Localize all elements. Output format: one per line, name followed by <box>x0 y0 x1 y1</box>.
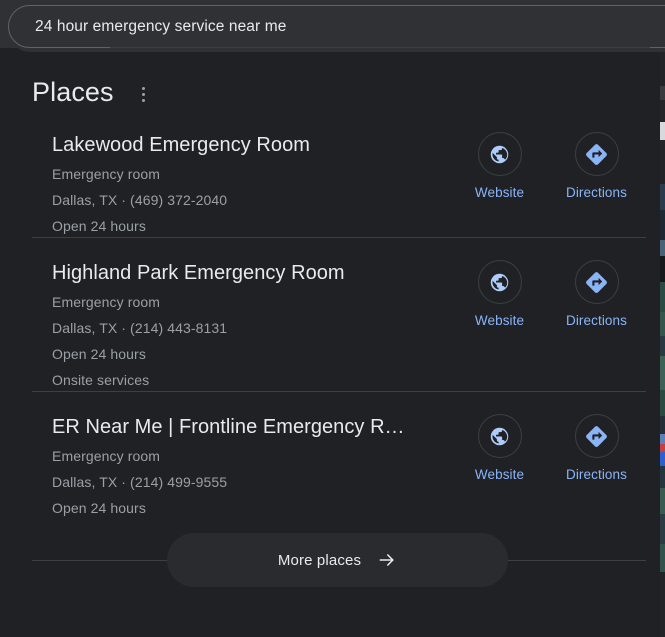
place-name[interactable]: Highland Park Emergency Room <box>52 260 452 286</box>
place-info: ER Near Me | Frontline Emergency R… Emer… <box>52 392 452 520</box>
directions-button[interactable]: Directions <box>563 132 630 200</box>
place-category: Emergency room <box>52 448 160 464</box>
website-button-circle <box>477 414 522 458</box>
place-location-phone: Dallas, TX · (214) 499-9555 <box>52 474 228 490</box>
directions-arrow-icon <box>586 425 607 447</box>
places-footer: More places <box>0 526 660 596</box>
place-hours: Open 24 hours <box>52 346 146 362</box>
place-location-phone: Dallas, TX · (214) 443-8131 <box>52 320 228 336</box>
place-category: Emergency room <box>52 166 160 182</box>
website-button-circle <box>477 132 522 176</box>
more-places-label: More places <box>277 551 362 569</box>
page-title: Places <box>32 77 114 107</box>
directions-button[interactable]: Directions <box>563 414 630 482</box>
place-actions: Website Directions <box>466 238 630 328</box>
directions-arrow-icon <box>586 271 607 293</box>
directions-button[interactable]: Directions <box>563 260 630 328</box>
globe-icon <box>490 273 509 291</box>
places-header: Places <box>0 48 660 110</box>
directions-button-circle <box>574 132 619 176</box>
arrow-right-icon <box>379 554 394 566</box>
directions-label: Directions <box>565 313 628 328</box>
search-bar-strip: 24 hour emergency service near me <box>0 0 665 48</box>
place-hours: Open 24 hours <box>52 218 146 234</box>
directions-button-circle <box>574 260 619 304</box>
place-hours: Open 24 hours <box>52 500 146 516</box>
globe-icon <box>490 427 509 445</box>
search-suggestions-edge <box>110 47 650 48</box>
more-places-button[interactable]: More places <box>167 533 508 587</box>
directions-label: Directions <box>565 185 628 200</box>
place-info: Highland Park Emergency Room Emergency r… <box>52 238 452 392</box>
places-list: Lakewood Emergency Room Emergency room D… <box>0 110 660 520</box>
table-row[interactable]: Highland Park Emergency Room Emergency r… <box>0 238 660 392</box>
website-label: Website <box>474 313 525 328</box>
directions-arrow-icon <box>586 143 607 165</box>
place-info: Lakewood Emergency Room Emergency room D… <box>52 110 452 238</box>
table-row[interactable]: ER Near Me | Frontline Emergency R… Emer… <box>0 392 660 520</box>
table-row[interactable]: Lakewood Emergency Room Emergency room D… <box>0 110 660 238</box>
place-name[interactable]: ER Near Me | Frontline Emergency R… <box>52 414 452 440</box>
place-category: Emergency room <box>52 294 160 310</box>
globe-icon <box>490 145 509 163</box>
website-label: Website <box>474 467 525 482</box>
adjacent-panel-sliver <box>660 50 665 637</box>
website-button-circle <box>477 260 522 304</box>
place-location-phone: Dallas, TX · (469) 372-2040 <box>52 192 228 208</box>
directions-label: Directions <box>565 467 628 482</box>
place-actions: Website Directions <box>466 392 630 482</box>
website-button[interactable]: Website <box>466 414 533 482</box>
more-vert-icon[interactable] <box>133 79 155 105</box>
places-panel: Places Lakewood Emergency Room Emergency… <box>0 48 660 637</box>
place-name[interactable]: Lakewood Emergency Room <box>52 132 452 158</box>
search-query-text: 24 hour emergency service near me <box>35 17 287 35</box>
place-actions: Website Directions <box>466 110 630 200</box>
website-button[interactable]: Website <box>466 132 533 200</box>
search-input[interactable]: 24 hour emergency service near me <box>8 5 665 48</box>
website-label: Website <box>474 185 525 200</box>
website-button[interactable]: Website <box>466 260 533 328</box>
directions-button-circle <box>574 414 619 458</box>
place-services: Onsite services <box>52 372 150 388</box>
